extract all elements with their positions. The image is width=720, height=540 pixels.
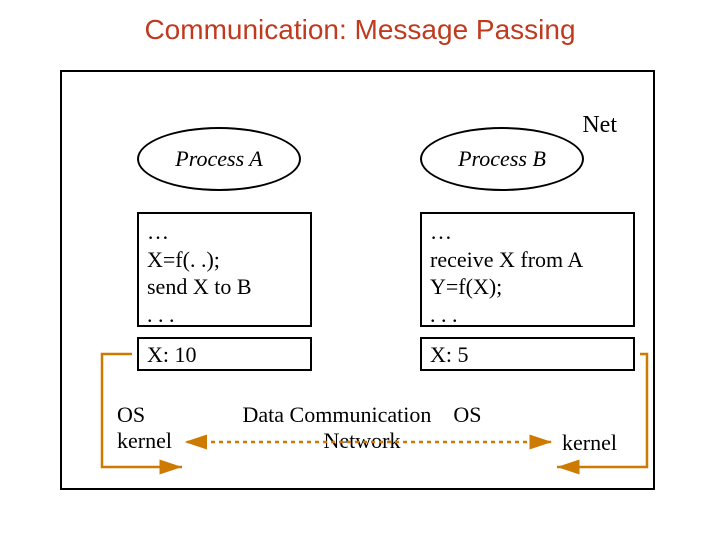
process-a-code: … X=f(. .); send X to B . . .: [137, 212, 312, 327]
process-b-name: Process B: [458, 146, 546, 172]
process-a-ellipse: Process A: [137, 127, 301, 191]
diagram-title: Communication: Message Passing: [0, 14, 720, 46]
process-a-xvalue: X: 10: [137, 337, 312, 371]
system-frame: Net Process A Process B … X=f(. .); send…: [60, 70, 655, 490]
net-label: Net: [582, 112, 617, 139]
process-a-name: Process A: [175, 146, 262, 172]
diagram-canvas: Communication: Message Passing Net Proce…: [0, 0, 720, 540]
process-b-code: … receive X from A Y=f(X); . . .: [420, 212, 635, 327]
process-b-xvalue: X: 5: [420, 337, 635, 371]
os-kernel-label-b: kernel: [562, 430, 617, 456]
data-communication-label: Data Communication OS Network: [232, 402, 492, 454]
process-b-ellipse: Process B: [420, 127, 584, 191]
os-kernel-label-a: OS kernel: [117, 402, 172, 454]
